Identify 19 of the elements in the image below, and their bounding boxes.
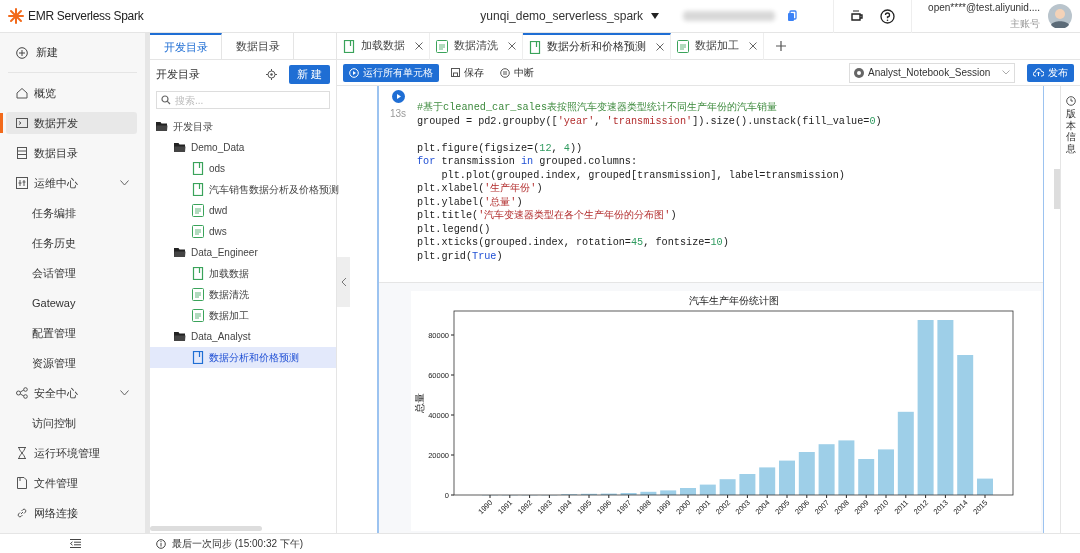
account-role: 主账号 bbox=[1010, 17, 1040, 31]
code-line: for transmission in grouped.columns: bbox=[417, 155, 639, 169]
code-line: plt.xlabel('生产年份') bbox=[417, 182, 544, 196]
code-line: plt.ylabel('总量') bbox=[417, 195, 524, 209]
sync-status: 最后一次同步 (15:00:32 下午) bbox=[172, 537, 304, 551]
cell-duration: 13s bbox=[389, 107, 407, 121]
code-line: grouped = pd2.groupby(['year', 'transmission']).size().unstack(fill_value=0) bbox=[417, 114, 882, 128]
code-line: plt.legend() bbox=[417, 222, 492, 236]
code-line: plt.figure(figsize=(12, 4)) bbox=[417, 141, 584, 155]
code-line: plt.title('汽车变速器类型在各个生产年份的分布图') bbox=[417, 209, 678, 223]
code-line: plt.xticks(grouped.index, rotation=45, fontsize=10) bbox=[417, 236, 730, 250]
panel-heading: 开发目录 bbox=[156, 66, 201, 82]
code-line: #基于cleaned_car_sales表按照汽车变速器类型统计不同生产年份的汽车销量 bbox=[417, 101, 779, 115]
account-name: open****@test.aliyunid.... bbox=[928, 1, 1040, 15]
chart-title: 汽车生产年份统计图 bbox=[688, 295, 779, 306]
axis-label: 总量 bbox=[414, 393, 425, 413]
product-name: EMR Serverless Spark bbox=[28, 8, 144, 25]
code-line: plt.plot(grouped.index, grouped[transmission], label=transmission) bbox=[440, 168, 846, 182]
code-line: plt.grid(True) bbox=[417, 249, 504, 263]
